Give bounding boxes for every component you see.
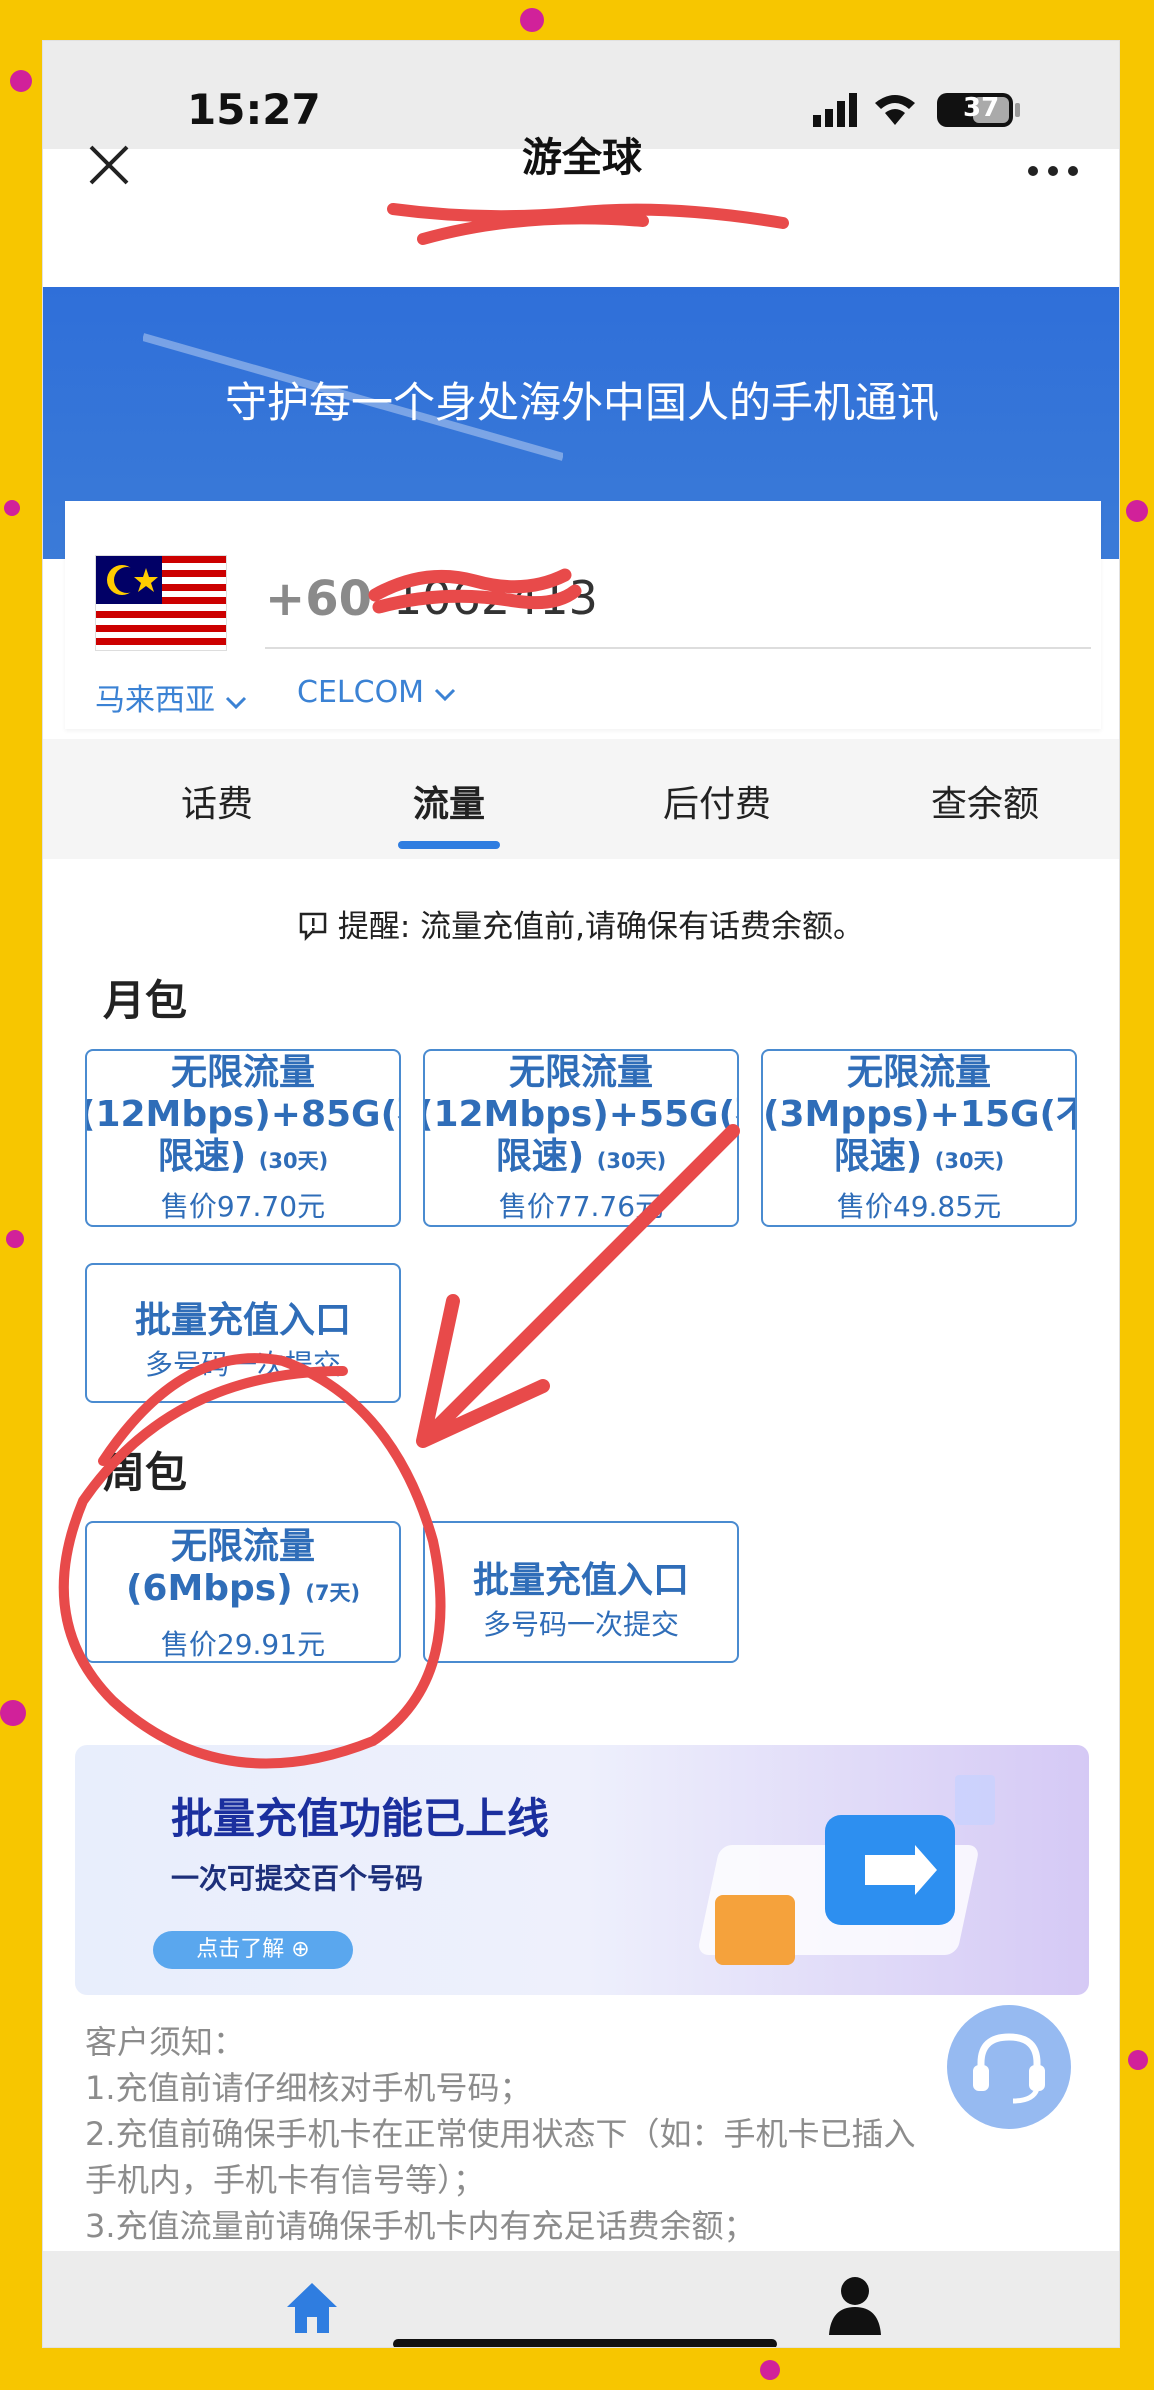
bulk-recharge-weekly-button[interactable]: 批量充值入口 多号码一次提交 [423,1521,739,1663]
plan-price: 售价97.70元 [160,1190,326,1223]
plan-card-monthly-1[interactable]: 无限流量 (12Mbps)+85G(不 限速) (30天) 售价97.70元 [85,1049,401,1227]
decor-dot [10,70,32,92]
country-code: +60 [265,571,373,627]
alert-message-icon [299,912,327,942]
plan-name: 无限流量 [846,1052,991,1093]
tab-postpaid[interactable]: 后付费 [617,775,817,827]
decor-dot [1126,500,1148,522]
home-icon[interactable] [283,2279,341,2341]
plan-speed: (3Mpps)+15G(不 [763,1094,1077,1135]
plan-name: 无限流量 [508,1052,653,1093]
decor-dot [1128,2050,1148,2070]
tab-bar: 话费 流量 后付费 查余额 [43,739,1119,859]
active-tab-indicator [398,841,500,849]
promo-subtitle: 一次可提交百个号码 [171,1862,424,1895]
chevron-down-icon [225,696,246,710]
customer-service-button[interactable] [947,2005,1071,2129]
monthly-heading: 月包 [103,976,188,1025]
bulk-title: 批量充值入口 [472,1560,689,1601]
plan-price: 售价77.76元 [498,1190,664,1223]
input-underline [265,647,1091,649]
bulk-subtitle: 多号码一次提交 [144,1348,341,1381]
malaysia-flag-icon[interactable] [95,555,227,651]
bulk-subtitle: 多号码一次提交 [482,1608,679,1641]
plan-speed: (6Mbps) (7天) [125,1568,361,1609]
carrier-selector[interactable]: CELCOM [297,675,456,710]
decor-dot [4,500,20,516]
weekly-heading: 周包 [103,1448,188,1497]
promo-banner[interactable]: 批量充值功能已上线 一次可提交百个号码 点击了解 ⊕ [75,1745,1089,1995]
plan-name: 无限流量 [170,1052,315,1093]
plan-price: 售价49.85元 [836,1190,1002,1223]
profile-icon[interactable] [827,2275,883,2341]
more-icon[interactable] [1027,133,1079,191]
plan-card-monthly-2[interactable]: 无限流量 (12Mbps)+55G(不 限速) (30天) 售价77.76元 [423,1049,739,1227]
promo-title: 批量充值功能已上线 [171,1794,550,1843]
note-item: 3.充值流量前请确保手机卡内有充足话费余额； [85,2207,756,2245]
plan-speed: (12Mbps)+85G(不 [85,1094,399,1135]
title-bar: 游全球 [43,41,1119,287]
redaction-scribble [387,203,789,245]
tab-calling-credit[interactable]: 话费 [117,775,317,827]
headset-icon [973,2033,1045,2104]
bulk-title: 批量充值入口 [134,1300,351,1341]
chevron-down-icon [434,688,455,702]
note-item: 手机内，手机卡有信号等）； [85,2161,486,2199]
plan-cap-line: 限速) (30天) [157,1136,329,1177]
bottom-nav [43,2251,1119,2347]
plan-cap-line: 限速) (30天) [833,1136,1005,1177]
decor-dot [520,8,544,32]
decor-dot [6,1230,24,1248]
bulk-recharge-monthly-button[interactable]: 批量充值入口 多号码一次提交 [85,1263,401,1403]
plan-name: 无限流量 [170,1526,315,1567]
redaction-scribble [368,568,582,614]
page-title: 游全球 [522,135,642,181]
banner-slogan: 守护每一个身处海外中国人的手机通讯 [224,378,939,427]
batch-upload-illustration [699,1775,995,1965]
plan-speed: (12Mbps)+55G(不 [423,1094,737,1135]
plan-price: 售价29.91元 [160,1628,326,1661]
tab-data[interactable]: 流量 [349,775,549,827]
country-selector[interactable]: 马来西亚 [95,675,247,719]
tab-balance[interactable]: 查余额 [885,775,1085,827]
plan-cap-line: 限速) (30天) [495,1136,667,1177]
decor-dot [760,2360,780,2380]
plan-card-weekly-1[interactable]: 无限流量 (6Mbps) (7天) 售价29.91元 [85,1521,401,1663]
phone-screen: 15:27 37 游全球 守护每一个身处海外中国人的手机通讯 +60 10624… [42,40,1120,2348]
learn-more-button[interactable]: 点击了解 ⊕ [153,1931,353,1969]
recharge-notice: 提醒: 流量充值前,请确保有话费余额。 [43,901,1119,946]
plan-card-monthly-3[interactable]: 无限流量 (3Mpps)+15G(不 限速) (30天) 售价49.85元 [761,1049,1077,1227]
home-indicator [393,2339,777,2347]
phone-input-card: +60 1062413 马来西亚 CELCOM [65,501,1101,729]
decor-dot [0,1700,26,1726]
